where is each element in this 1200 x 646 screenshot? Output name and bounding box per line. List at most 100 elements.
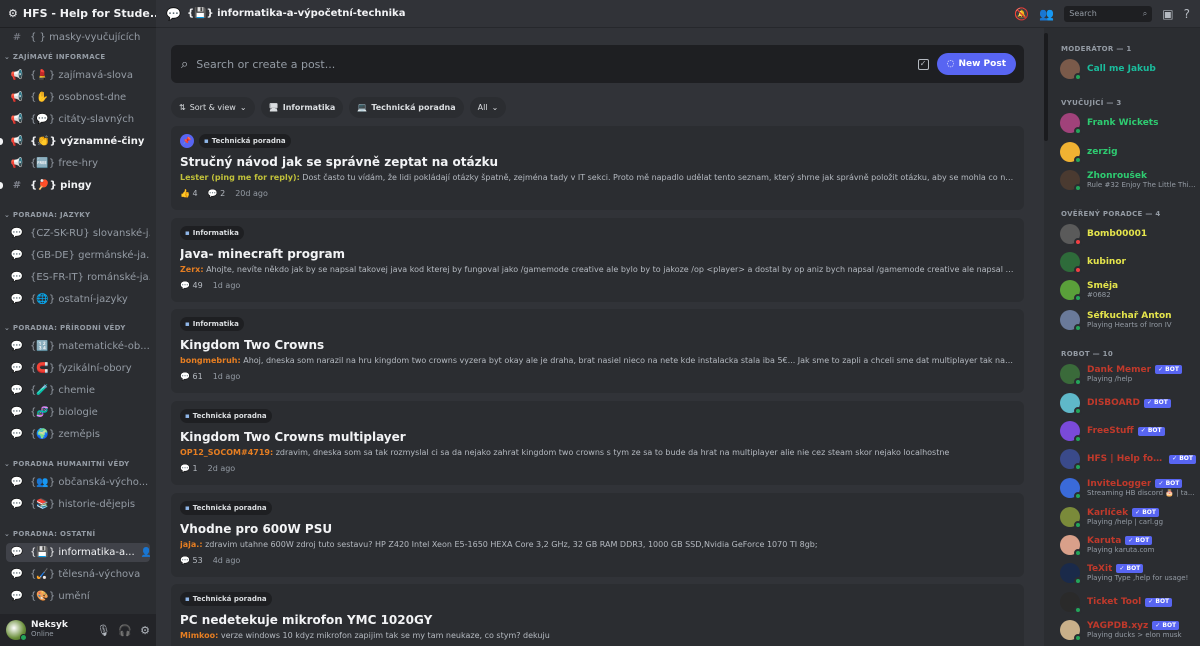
channel-item[interactable]: 💬 {GB-DE} germánské-ja... [6,246,150,265]
member-item[interactable]: YAGPDB.xyz ✓ BOT Playing ducks > elon musk [1060,618,1196,642]
member-info: InviteLogger ✓ BOT Streaming HB discord 🎂 … [1087,479,1195,497]
member-item[interactable]: Karuta ✓ BOT Playing karuta.com [1060,533,1196,557]
post-title[interactable]: Stručný návod jak se správně zeptat na o… [180,155,1015,169]
tag-filter-technicka-poradna[interactable]: 💻 Technická poradna [349,97,464,118]
channel-item[interactable]: 💬 {🧲} fyzikální-obory [6,359,150,378]
post-tags: ▪ Informatika [180,226,1015,240]
post-author[interactable]: Mimkoo: [180,631,218,640]
member-item[interactable]: Šéfkuchař Anton Playing Hearts of Iron IV [1060,308,1196,332]
help-icon[interactable]: ? [1184,7,1190,21]
server-header[interactable]: ⚙ HFS - Help for Stude... ▼ [0,0,156,28]
post-card[interactable]: 📌 ▪ Technická poradna Stručný návod jak se … [171,126,1024,210]
channel-item[interactable]: 💬 {ES-FR-IT} románské-ja... [6,268,150,287]
post-tag[interactable]: ▪ Technická poradna [199,134,291,148]
reaction-count: 4 [192,189,198,198]
gear-icon[interactable]: ⚙ [140,624,150,637]
inbox-icon[interactable]: ▣ [1162,7,1173,21]
member-info: Bomb00001 [1087,229,1147,239]
post-title[interactable]: PC nedetekuje mikrofon YMC 1020GY [180,613,1015,627]
channel-category[interactable]: ⌄ PORADNA: OSTATNÍ [4,530,95,538]
comment-count-value: 61 [192,372,203,381]
avatar[interactable] [6,620,27,641]
search-input[interactable]: Search ⌕ [1064,5,1153,22]
post-title[interactable]: Vhodne pro 600W PSU [180,522,1015,536]
member-item[interactable]: Zhonroušek Rule #32 Enjoy The Little Thin… [1060,168,1196,192]
post-tag[interactable]: ▪ Technická poradna [180,592,272,606]
channel-label: {CZ-SK-RU} slovanské-j... [30,228,150,239]
channel-item[interactable]: 📢 {👏} významné-činy [6,132,150,151]
post-author[interactable]: jaja.: [180,540,203,549]
channel-item[interactable]: 💬 {🧪} chemie [6,381,150,400]
member-item[interactable]: zerzig [1060,140,1196,164]
channel-item[interactable]: 💬 {💾} informatika-a... 👤 [6,543,150,562]
scrollbar[interactable] [1044,33,1048,141]
post-card[interactable]: ▪ Informatika Java- minecraft program Zerx:… [171,218,1024,302]
forum-icon: 💬 [10,250,24,261]
channel-category[interactable]: ⌄ PORADNA HUMANITNÍ VĚDY [4,460,130,468]
post-author[interactable]: bongmebruh: [180,356,241,365]
channel-label: {ES-FR-IT} románské-ja... [30,272,150,283]
post-search-placeholder: Search or create a post... [196,57,336,71]
channel-item[interactable]: 📢 {💬} citáty-slavných [6,110,150,129]
channel-category[interactable]: ⌄ ZAJÍMAVÉ INFORMACE [4,53,105,61]
member-item[interactable]: Karlíček ✓ BOT Playing /help | carl.gg [1060,505,1196,529]
new-post-button[interactable]: ◌ New Post [936,53,1016,75]
channel-category[interactable]: ⌄ PORADNA: JAZYKY [4,211,90,219]
channel-item[interactable]: 📢 {💄} zajímavá-slova [6,66,150,85]
notification-off-icon[interactable]: 🔕 [1014,7,1029,21]
channel-item[interactable]: 📢 {✋} osobnost-dne [6,88,150,107]
post-tag[interactable]: ▪ Informatika [180,226,244,240]
checkbox-icon[interactable]: ✓ [917,58,929,70]
post-author[interactable]: Lester (ping me for reply): [180,173,300,182]
channel-item[interactable]: 💬 {🌍} zeměpis [6,425,150,444]
channel-item[interactable]: 💬 {CZ-SK-RU} slovanské-j... [6,224,150,243]
post-card[interactable]: ▪ Technická poradna Vhodne pro 600W PSU jaj… [171,493,1024,577]
tag-filter-informatika[interactable]: 🖥 Informatika [260,97,344,118]
member-item[interactable]: Dank Memer ✓ BOT Playing /help [1060,362,1196,386]
post-card[interactable]: ▪ Informatika Kingdom Two Crowns bongmebruh… [171,309,1024,393]
search-create-post-bar[interactable]: ⌕ Search or create a post... ✓ ◌ New Pos… [171,45,1024,83]
member-list-icon[interactable]: 👥 [1039,7,1054,21]
channel-item[interactable]: 📢 {🆓} free-hry [6,154,150,173]
channel-category[interactable]: ⌄ PORADNA: PŘÍRODNÍ VĚDY [4,324,126,332]
channel-item[interactable]: 💬 {🔢} matematické-ob... [6,337,150,356]
post-title[interactable]: Kingdom Two Crowns [180,338,1015,352]
sort-view-button[interactable]: ⇅ Sort & view ⌄ [171,97,255,118]
member-item[interactable]: Šméja #0682 [1060,278,1196,302]
channel-item[interactable]: # { } masky-vyučujících [6,28,150,47]
member-item[interactable]: HFS | Help for St... ✓ BOT [1060,447,1196,471]
member-item[interactable]: FreeStuff ✓ BOT [1060,419,1196,443]
member-item[interactable]: DISBOARD ✓ BOT [1060,391,1196,415]
post-author[interactable]: Zerx: [180,265,204,274]
post-tag[interactable]: ▪ Technická poradna [180,409,272,423]
post-author[interactable]: OP12_SOCOM#4719: [180,448,273,457]
forum-icon: 💬 [10,407,24,418]
microphone-icon[interactable]: 🎙 [96,624,110,637]
member-item[interactable]: Call me Jakub [1060,57,1196,81]
member-item[interactable]: Frank Wickets [1060,111,1196,135]
channel-item[interactable]: 💬 {🏑} tělesná-výchova [6,565,150,584]
channel-item[interactable]: 💬 {📚} historie-dějepis [6,495,150,514]
member-item[interactable]: TeXit ✓ BOT Playing Type ,help for usage! [1060,561,1196,585]
post-card[interactable]: ▪ Technická poradna Kingdom Two Crowns mul… [171,401,1024,485]
post-tag[interactable]: ▪ Informatika [180,317,244,331]
channel-item[interactable]: 💬 {👥} občanská-výcho... [6,473,150,492]
member-item[interactable]: Bomb00001 [1060,222,1196,246]
reaction[interactable]: 👍 4 [180,189,198,198]
headphones-icon[interactable]: 🎧 [118,624,132,637]
post-title[interactable]: Java- minecraft program [180,247,1015,261]
tag-icon: 💻 [357,103,368,112]
member-item[interactable]: InviteLogger ✓ BOT Streaming HB discord 🎂 … [1060,476,1196,500]
all-tags-button[interactable]: All ⌄ [469,97,507,118]
post-title[interactable]: Kingdom Two Crowns multiplayer [180,430,1015,444]
channel-item[interactable]: # {🏓} pingy [6,176,150,195]
channel-item[interactable]: 💬 {🌐} ostatní-jazyky [6,290,150,309]
member-item[interactable]: kubinor [1060,250,1196,274]
channel-item[interactable]: 💬 {🧬} biologie [6,403,150,422]
post-tag[interactable]: ▪ Technická poradna [180,501,272,515]
post-tags: 📌 ▪ Technická poradna [180,134,1015,148]
post-card[interactable]: ▪ Technická poradna PC nedetekuje mikrofon… [171,584,1024,646]
add-user-icon[interactable]: 👤 [141,548,150,558]
member-item[interactable]: Ticket Tool ✓ BOT [1060,590,1196,614]
channel-item[interactable]: 💬 {🎨} umění [6,587,150,606]
